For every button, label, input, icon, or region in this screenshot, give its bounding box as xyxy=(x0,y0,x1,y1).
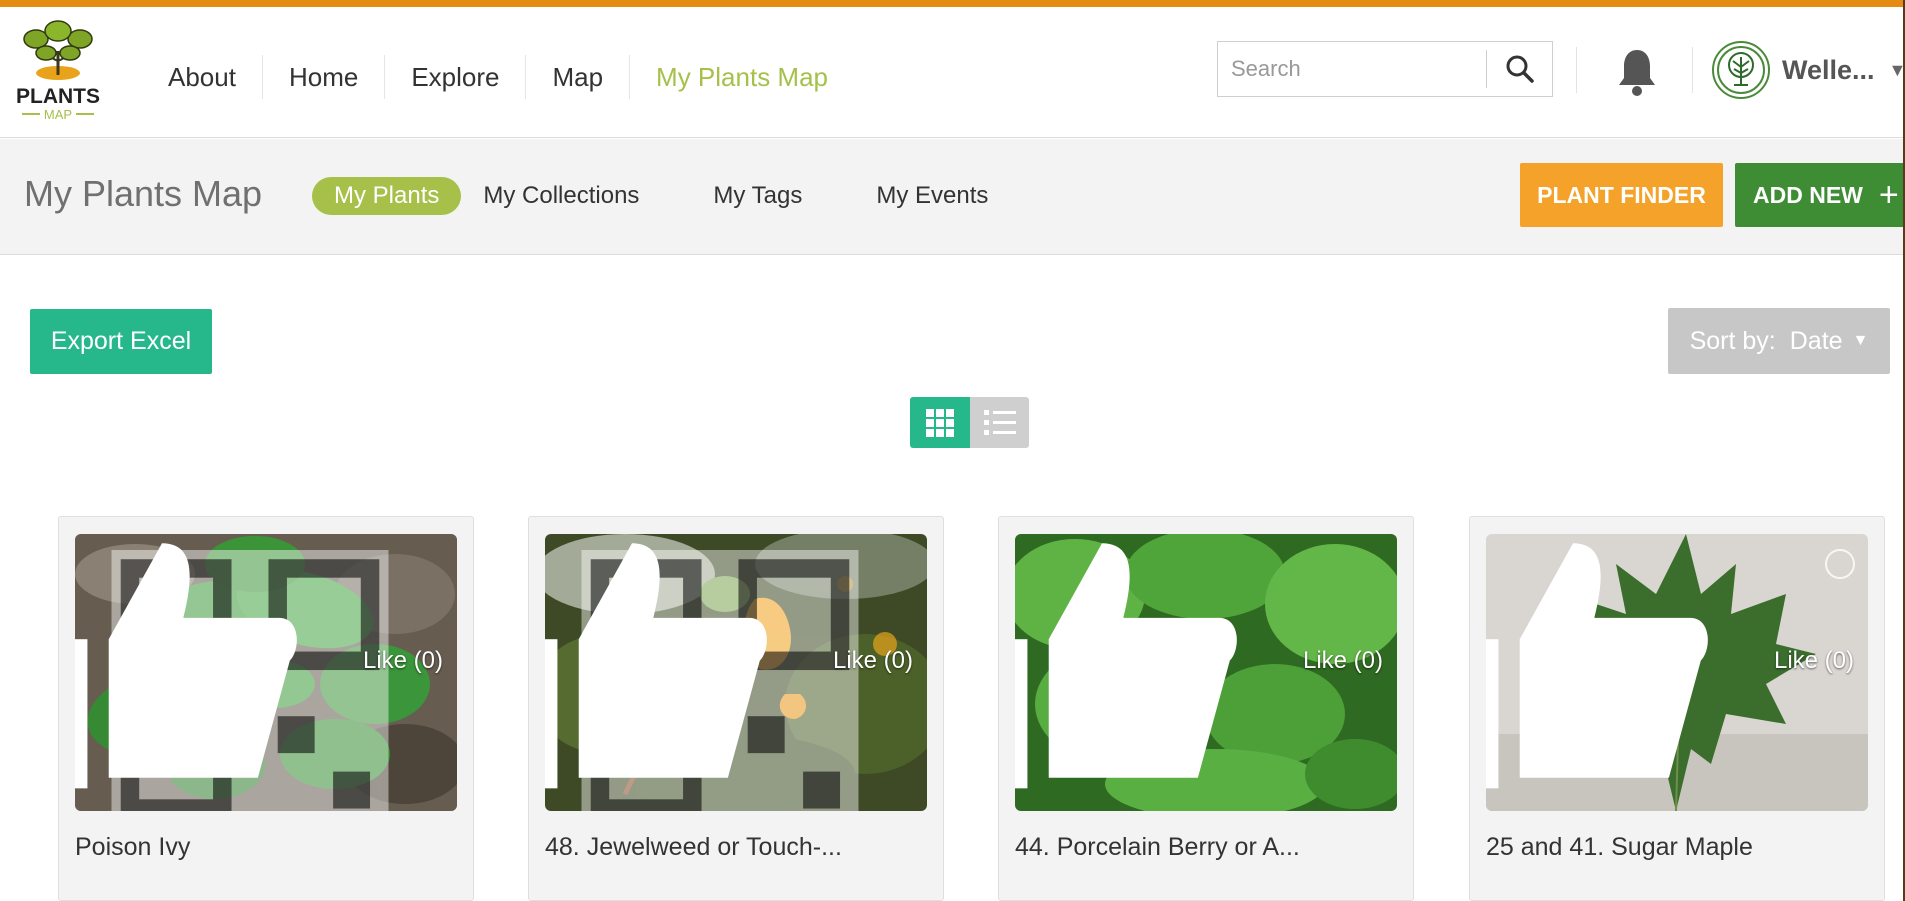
plant-card[interactable]: Like (0) 48. Jewelweed or Touch-... xyxy=(528,516,944,901)
plant-photo: Like (0) xyxy=(1486,534,1868,811)
user-menu[interactable]: Welle... ▼ xyxy=(1712,39,1905,101)
user-avatar xyxy=(1712,41,1770,99)
export-excel-button[interactable]: Export Excel xyxy=(30,309,212,374)
notifications-button[interactable] xyxy=(1612,43,1662,99)
plant-photo: Like (0) xyxy=(545,534,927,811)
like-button[interactable]: Like (0) xyxy=(1486,534,1854,799)
tab-my-events[interactable]: My Events xyxy=(858,177,1006,215)
plant-finder-button[interactable]: PLANT FINDER xyxy=(1520,163,1723,227)
nav-about[interactable]: About xyxy=(144,55,263,99)
thumbs-up-icon xyxy=(75,543,297,789)
list-view-button[interactable] xyxy=(970,397,1029,448)
thumbs-up-icon xyxy=(545,543,767,789)
sort-label: Sort by: xyxy=(1689,326,1776,355)
nav-my-plants-map[interactable]: My Plants Map xyxy=(630,55,854,99)
search-input[interactable] xyxy=(1218,42,1486,96)
plant-title[interactable]: 25 and 41. Sugar Maple xyxy=(1486,833,1753,862)
search-icon xyxy=(1506,55,1534,83)
tab-my-tags[interactable]: My Tags xyxy=(695,177,820,215)
logo-tree-icon: PLANTS MAP xyxy=(16,20,100,122)
like-button[interactable]: Like (0) xyxy=(75,534,443,799)
site-header: PLANTS MAP About Home Explore Map My Pla… xyxy=(0,7,1905,138)
logo-bottom-text: MAP xyxy=(44,107,72,122)
chevron-down-icon: ▼ xyxy=(1852,332,1869,349)
plant-title[interactable]: 44. Porcelain Berry or A... xyxy=(1015,833,1300,862)
grid-icon xyxy=(926,408,954,437)
sort-value: Date xyxy=(1789,326,1843,355)
tree-avatar-icon xyxy=(1717,46,1765,94)
list-icon xyxy=(983,409,1016,435)
like-label: Like (0) xyxy=(1773,646,1854,674)
like-button[interactable]: Like (0) xyxy=(545,534,913,799)
grid-view-button[interactable] xyxy=(910,397,970,448)
like-label: Like (0) xyxy=(362,646,443,674)
add-new-button[interactable]: ADD NEW + xyxy=(1735,163,1905,227)
plus-icon: + xyxy=(1878,176,1899,214)
sort-dropdown[interactable]: Sort by: Date ▼ xyxy=(1668,308,1890,374)
search-box xyxy=(1217,41,1553,97)
sub-header: My Plants Map My Plants My Collections M… xyxy=(0,139,1905,255)
page-title: My Plants Map xyxy=(24,173,263,214)
plant-card[interactable]: Like (0) Poison Ivy xyxy=(58,516,474,901)
add-new-label: ADD NEW xyxy=(1753,181,1863,208)
like-button[interactable]: Like (0) xyxy=(1015,534,1383,799)
view-toggle xyxy=(910,397,1029,448)
bell-icon xyxy=(1619,50,1655,96)
logo-top-text: PLANTS xyxy=(16,85,100,108)
plant-title[interactable]: Poison Ivy xyxy=(75,833,190,862)
nav-home[interactable]: Home xyxy=(263,55,386,99)
nav-explore[interactable]: Explore xyxy=(385,55,527,99)
search-divider xyxy=(1486,50,1487,88)
like-label: Like (0) xyxy=(832,646,913,674)
header-divider xyxy=(1692,47,1693,93)
thumbs-up-icon xyxy=(1486,543,1708,789)
tab-my-plants[interactable]: My Plants xyxy=(312,177,462,215)
plant-photo: Like (0) xyxy=(75,534,457,811)
plant-card[interactable]: Like (0) 25 and 41. Sugar Maple xyxy=(1469,516,1885,901)
plants-map-logo[interactable]: PLANTS MAP xyxy=(14,15,102,133)
top-accent-bar xyxy=(0,0,1905,7)
nav-map[interactable]: Map xyxy=(526,55,631,99)
sub-tabs: My Plants My Collections My Tags My Even… xyxy=(312,177,1028,215)
plant-title[interactable]: 48. Jewelweed or Touch-... xyxy=(545,833,842,862)
user-name: Welle... xyxy=(1782,54,1875,85)
tab-my-collections[interactable]: My Collections xyxy=(465,177,657,215)
thumbs-up-icon xyxy=(1015,543,1237,789)
search-button[interactable] xyxy=(1488,42,1552,96)
like-label: Like (0) xyxy=(1302,646,1383,674)
main-nav: About Home Explore Map My Plants Map xyxy=(144,47,854,107)
plant-card[interactable]: Like (0) 44. Porcelain Berry or A... xyxy=(998,516,1414,901)
header-divider xyxy=(1576,47,1577,93)
plant-photo: Like (0) xyxy=(1015,534,1397,811)
